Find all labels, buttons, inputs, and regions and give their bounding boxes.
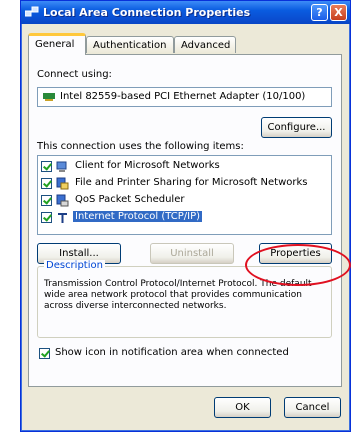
network-adapter-icon — [43, 93, 55, 101]
item-label: File and Printer Sharing for Microsoft N… — [75, 177, 308, 188]
description-group: Description Transmission Control Protoco… — [37, 260, 332, 338]
items-label: This connection uses the following items… — [37, 141, 244, 152]
network-connection-icon — [25, 6, 39, 17]
uninstall-button[interactable]: Uninstall — [150, 243, 234, 264]
ok-button[interactable]: OK — [214, 397, 271, 418]
description-text: Transmission Control Protocol/Internet P… — [44, 279, 312, 311]
item-checkbox[interactable] — [41, 195, 52, 206]
item-checkbox[interactable] — [41, 212, 52, 223]
list-item[interactable]: Client for Microsoft Networks — [41, 159, 328, 174]
network-client-icon — [56, 161, 67, 172]
cancel-button[interactable]: Cancel — [284, 397, 341, 418]
qos-icon — [56, 194, 69, 207]
show-icon-checkbox[interactable] — [39, 348, 50, 359]
list-item[interactable]: Internet Protocol (TCP/IP) — [41, 210, 328, 225]
item-checkbox[interactable] — [41, 178, 52, 189]
components-list[interactable]: Client for Microsoft Networks File and P… — [37, 155, 332, 235]
adapter-field: Intel 82559-based PCI Ethernet Adapter (… — [37, 87, 332, 107]
show-icon-label: Show icon in notification area when conn… — [55, 347, 289, 358]
properties-dialog: Local Area Connection Properties ? X Gen… — [20, 0, 351, 432]
file-sharing-icon — [56, 177, 69, 190]
tab-advanced[interactable]: Advanced — [174, 36, 236, 53]
general-panel: Connect using: Intel 82559-based PCI Eth… — [28, 54, 342, 387]
connect-using-label: Connect using: — [37, 69, 112, 80]
item-label: QoS Packet Scheduler — [75, 194, 185, 205]
list-item[interactable]: File and Printer Sharing for Microsoft N… — [41, 176, 328, 191]
description-label: Description — [44, 260, 105, 271]
adapter-name: Intel 82559-based PCI Ethernet Adapter (… — [60, 91, 306, 102]
item-checkbox[interactable] — [41, 161, 52, 172]
list-item[interactable]: QoS Packet Scheduler — [41, 193, 328, 208]
item-label: Internet Protocol (TCP/IP) — [73, 211, 203, 222]
tab-general[interactable]: General — [28, 33, 86, 55]
tab-authentication[interactable]: Authentication — [86, 36, 174, 53]
title-bar[interactable]: Local Area Connection Properties ? X — [21, 1, 350, 24]
properties-button[interactable]: Properties — [259, 243, 332, 264]
window-title: Local Area Connection Properties — [43, 6, 251, 19]
protocol-icon — [58, 213, 67, 223]
close-button[interactable]: X — [330, 4, 347, 21]
configure-button[interactable]: Configure... — [261, 117, 332, 138]
help-button[interactable]: ? — [311, 4, 328, 21]
item-label: Client for Microsoft Networks — [75, 160, 220, 171]
